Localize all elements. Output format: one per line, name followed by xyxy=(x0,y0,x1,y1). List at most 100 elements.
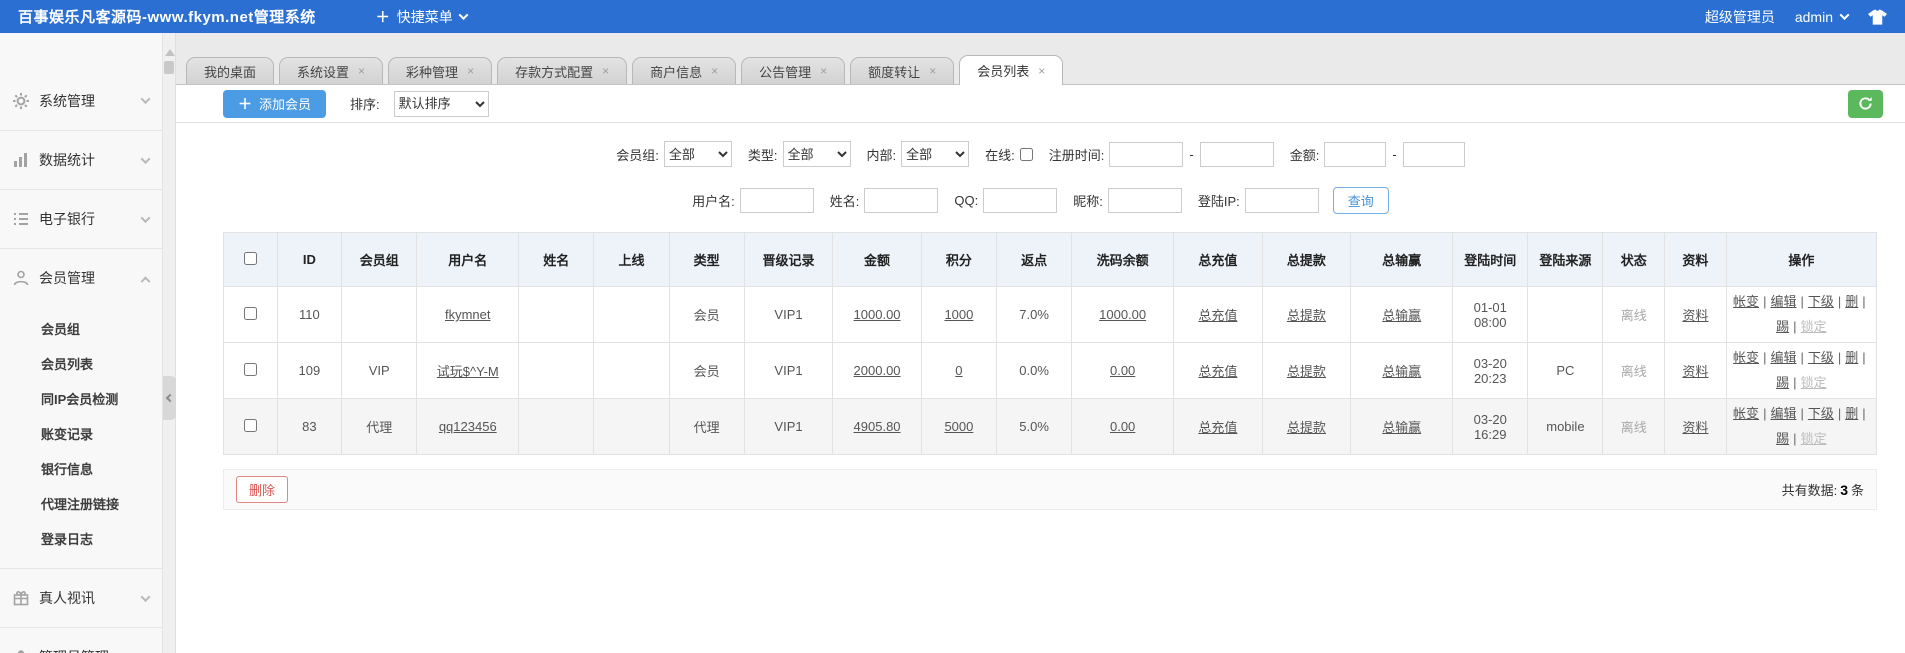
tab-lottery-management[interactable]: 彩种管理 × xyxy=(388,57,493,84)
register-time-from-input[interactable] xyxy=(1109,141,1184,167)
tab-merchant-info[interactable]: 商户信息 × xyxy=(632,57,737,84)
sort-select[interactable]: 默认排序 xyxy=(393,90,489,117)
op-delete-link[interactable]: 删 xyxy=(1845,294,1858,309)
sidebar-item-member-groups[interactable]: 会员组 xyxy=(0,311,162,346)
total-deposit-link[interactable]: 总充值 xyxy=(1198,308,1237,323)
sidebar-item-members[interactable]: 会员管理 xyxy=(0,248,162,307)
name-input[interactable] xyxy=(864,188,939,213)
total-withdraw-link[interactable]: 总提款 xyxy=(1287,420,1326,435)
sidebar-item-admins[interactable]: 管理员管理 xyxy=(0,627,162,653)
nickname-input[interactable] xyxy=(1107,188,1182,213)
profile-link[interactable]: 资料 xyxy=(1682,420,1708,435)
op-kick-link[interactable]: 踢 xyxy=(1776,319,1789,334)
amount-from-input[interactable] xyxy=(1324,141,1387,167)
register-time-to-input[interactable] xyxy=(1199,141,1274,167)
scroll-up-icon[interactable] xyxy=(165,49,175,56)
online-checkbox[interactable] xyxy=(1019,147,1033,161)
total-winloss-link[interactable]: 总输赢 xyxy=(1382,420,1421,435)
op-account-change-link[interactable]: 帐变 xyxy=(1733,294,1759,309)
sidebar-item-ebank[interactable]: 电子银行 xyxy=(0,189,162,248)
close-icon[interactable]: × xyxy=(1038,65,1045,77)
total-withdraw-link[interactable]: 总提款 xyxy=(1287,308,1326,323)
username-link[interactable]: qq123456 xyxy=(439,419,497,434)
member-group-select[interactable]: 全部 xyxy=(663,141,732,167)
tab-announcements[interactable]: 公告管理 × xyxy=(741,57,846,84)
quick-menu-button[interactable]: ＋ 快捷菜单 xyxy=(376,7,469,27)
sidebar-item-agent-reg-link[interactable]: 代理注册链接 xyxy=(0,486,162,521)
amount-link[interactable]: 4905.80 xyxy=(854,419,901,434)
close-icon[interactable]: × xyxy=(467,65,474,77)
row-checkbox[interactable] xyxy=(243,418,257,432)
sidebar-item-same-ip-check[interactable]: 同IP会员检测 xyxy=(0,381,162,416)
sidebar-item-system[interactable]: 系统管理 xyxy=(0,71,162,130)
op-lock-link[interactable]: 锁定 xyxy=(1801,319,1827,334)
close-icon[interactable]: × xyxy=(711,65,718,77)
add-member-button[interactable]: ＋ 添加会员 xyxy=(223,89,327,118)
op-lock-link[interactable]: 锁定 xyxy=(1801,431,1827,446)
close-icon[interactable]: × xyxy=(820,65,827,77)
tab-quota-transfer[interactable]: 额度转让 × xyxy=(850,57,955,84)
internal-select[interactable]: 全部 xyxy=(901,141,970,167)
op-subordinates-link[interactable]: 下级 xyxy=(1808,406,1834,421)
sidebar-item-member-list[interactable]: 会员列表 xyxy=(0,346,162,381)
sidebar-collapse-button[interactable] xyxy=(163,376,176,420)
profile-link[interactable]: 资料 xyxy=(1682,364,1708,379)
points-link[interactable]: 0 xyxy=(955,363,962,378)
op-delete-link[interactable]: 删 xyxy=(1845,350,1858,365)
wash-balance-link[interactable]: 1000.00 xyxy=(1099,307,1146,322)
delete-button[interactable]: 删除 xyxy=(236,476,289,503)
wash-balance-link[interactable]: 0.00 xyxy=(1110,419,1135,434)
splitter-handle[interactable] xyxy=(164,61,174,74)
points-link[interactable]: 1000 xyxy=(944,307,973,322)
qq-input[interactable] xyxy=(983,188,1058,213)
op-subordinates-link[interactable]: 下级 xyxy=(1808,294,1834,309)
profile-link[interactable]: 资料 xyxy=(1682,308,1708,323)
sidebar-item-account-changes[interactable]: 账变记录 xyxy=(0,416,162,451)
tab-deposit-config[interactable]: 存款方式配置 × xyxy=(497,57,628,84)
row-checkbox[interactable] xyxy=(243,362,257,376)
op-account-change-link[interactable]: 帐变 xyxy=(1733,406,1759,421)
theme-icon[interactable] xyxy=(1868,8,1887,25)
op-account-change-link[interactable]: 帐变 xyxy=(1733,350,1759,365)
refresh-button[interactable] xyxy=(1848,89,1883,118)
total-deposit-link[interactable]: 总充值 xyxy=(1198,420,1237,435)
username-link[interactable]: 试玩$^Y-M xyxy=(437,364,499,379)
tab-label: 系统设置 xyxy=(297,64,350,80)
search-button[interactable]: 查询 xyxy=(1332,187,1389,214)
tab-member-list[interactable]: 会员列表 × xyxy=(959,55,1064,85)
select-all-checkbox[interactable] xyxy=(243,251,257,265)
amount-to-input[interactable] xyxy=(1402,141,1465,167)
login-ip-input[interactable] xyxy=(1244,188,1319,213)
amount-link[interactable]: 2000.00 xyxy=(854,363,901,378)
points-link[interactable]: 5000 xyxy=(944,419,973,434)
tab-system-settings[interactable]: 系统设置 × xyxy=(279,57,384,84)
total-withdraw-link[interactable]: 总提款 xyxy=(1287,364,1326,379)
sidebar-item-live-video[interactable]: 真人视讯 xyxy=(0,568,162,627)
op-edit-link[interactable]: 编辑 xyxy=(1770,294,1796,309)
close-icon[interactable]: × xyxy=(358,65,365,77)
op-edit-link[interactable]: 编辑 xyxy=(1770,350,1796,365)
op-subordinates-link[interactable]: 下级 xyxy=(1808,350,1834,365)
op-separator: | xyxy=(1793,318,1797,334)
sidebar-item-statistics[interactable]: 数据统计 xyxy=(0,130,162,189)
op-lock-link[interactable]: 锁定 xyxy=(1801,375,1827,390)
op-kick-link[interactable]: 踢 xyxy=(1776,431,1789,446)
total-deposit-link[interactable]: 总充值 xyxy=(1198,364,1237,379)
tab-my-desktop[interactable]: 我的桌面 xyxy=(186,57,275,84)
wash-balance-link[interactable]: 0.00 xyxy=(1110,363,1135,378)
op-edit-link[interactable]: 编辑 xyxy=(1770,406,1796,421)
username-link[interactable]: fkymnet xyxy=(445,307,491,322)
total-winloss-link[interactable]: 总输赢 xyxy=(1382,308,1421,323)
total-winloss-link[interactable]: 总输赢 xyxy=(1382,364,1421,379)
close-icon[interactable]: × xyxy=(929,65,936,77)
op-kick-link[interactable]: 踢 xyxy=(1776,375,1789,390)
username-input[interactable] xyxy=(739,188,814,213)
amount-link[interactable]: 1000.00 xyxy=(854,307,901,322)
close-icon[interactable]: × xyxy=(602,65,609,77)
op-delete-link[interactable]: 删 xyxy=(1845,406,1858,421)
sidebar-item-login-log[interactable]: 登录日志 xyxy=(0,521,162,556)
sidebar-item-bank-info[interactable]: 银行信息 xyxy=(0,451,162,486)
row-checkbox[interactable] xyxy=(243,306,257,320)
user-menu-button[interactable]: admin xyxy=(1795,9,1850,25)
type-select[interactable]: 全部 xyxy=(782,141,851,167)
